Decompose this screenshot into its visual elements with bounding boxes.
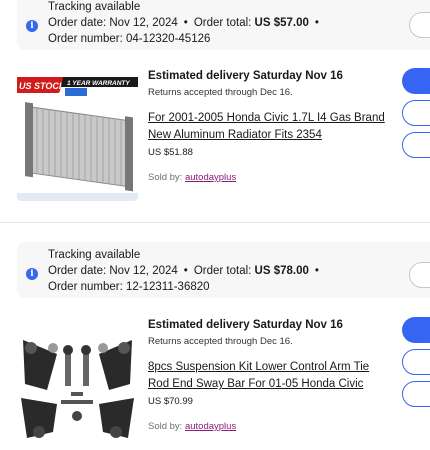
order-details-button[interactable]	[409, 12, 430, 38]
order-divider	[0, 222, 430, 223]
secondary-action-button[interactable]	[402, 349, 430, 375]
radiator-product-image[interactable]: US STOCK 1 YEAR WARRANTY	[17, 73, 138, 201]
item-title-link[interactable]: 8pcs Suspension Kit Lower Control Arm Ti…	[148, 359, 388, 393]
order-summary-line: Order date: Nov 12, 2024 • Order total: US…	[48, 265, 319, 277]
returns-policy: Returns accepted through Dec 16.	[148, 336, 293, 347]
primary-action-button[interactable]	[402, 317, 430, 343]
secondary-action-button[interactable]	[402, 100, 430, 126]
more-actions-button[interactable]	[402, 132, 430, 158]
sold-by-label: Sold by:	[148, 421, 185, 432]
seller-link[interactable]: autodayplus	[185, 421, 236, 432]
item-title-link[interactable]: For 2001-2005 Honda Civic 1.7L I4 Gas Br…	[148, 110, 388, 144]
returns-policy: Returns accepted through Dec 16.	[148, 87, 293, 98]
suspension-kit-product-image[interactable]	[17, 320, 138, 448]
order-total: US $78.00	[254, 265, 309, 277]
tracking-status: Tracking available	[48, 249, 141, 261]
sold-by: Sold by: autodayplus	[148, 421, 236, 432]
order-date: Order date: Nov 12, 2024	[48, 265, 178, 277]
item-price: US $51.88	[148, 147, 193, 158]
estimated-delivery: Estimated delivery Saturday Nov 16	[148, 319, 343, 331]
seller-link[interactable]: autodayplus	[185, 172, 236, 183]
order-summary-line: Order date: Nov 12, 2024 • Order total: US…	[48, 17, 319, 29]
primary-action-button[interactable]	[402, 68, 430, 94]
us-stock-banner: US STOCK	[19, 81, 67, 91]
order-header: i Tracking available Order date: Nov 12,…	[17, 242, 430, 298]
item-price: US $70.99	[148, 396, 193, 407]
sold-by: Sold by: autodayplus	[148, 172, 236, 183]
info-icon: i	[26, 268, 38, 280]
sold-by-label: Sold by:	[148, 172, 185, 183]
order-details-button[interactable]	[409, 262, 430, 288]
order-total: US $57.00	[254, 17, 309, 29]
order-date: Order date: Nov 12, 2024	[48, 17, 178, 29]
order-number: Order number: 04-12320-45126	[48, 33, 211, 45]
warranty-banner: 1 YEAR WARRANTY	[67, 80, 130, 87]
more-actions-button[interactable]	[402, 381, 430, 407]
tracking-status: Tracking available	[48, 1, 141, 13]
order-total-label: Order total:	[193, 17, 255, 29]
order-number: Order number: 12-12311-36820	[48, 281, 210, 293]
order-header: i Tracking available Order date: Nov 12,…	[17, 0, 430, 50]
order-total-label: Order total:	[193, 265, 255, 277]
info-icon: i	[26, 20, 38, 32]
estimated-delivery: Estimated delivery Saturday Nov 16	[148, 70, 343, 82]
